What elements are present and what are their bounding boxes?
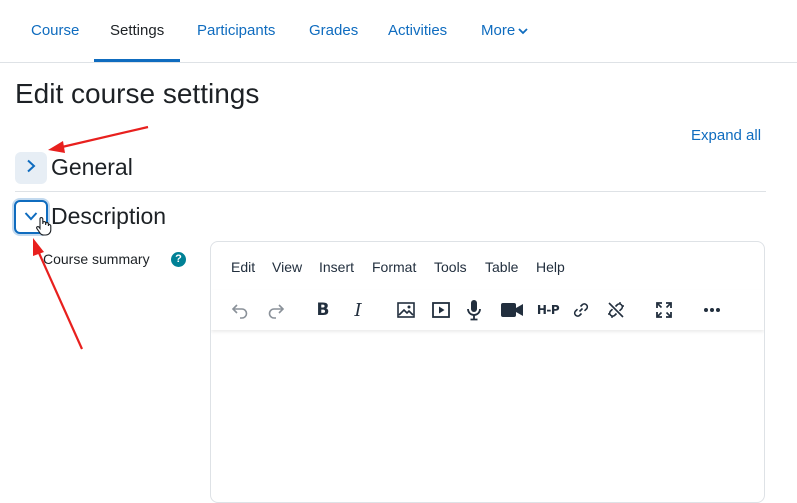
section-title-description[interactable]: Description <box>51 203 166 230</box>
chevron-right-icon <box>25 159 37 178</box>
tab-participants[interactable]: Participants <box>197 0 275 61</box>
editor-menubar: Edit View Insert Format Tools Table Help <box>211 242 764 290</box>
video-camera-icon[interactable] <box>498 296 526 324</box>
description-collapse-toggle[interactable] <box>14 200 48 234</box>
section-title-general[interactable]: General <box>51 154 133 181</box>
help-icon[interactable]: ? <box>171 252 186 267</box>
tab-activities[interactable]: Activities <box>388 0 447 61</box>
menu-table[interactable]: Table <box>485 259 518 275</box>
image-icon[interactable] <box>392 296 420 324</box>
unlink-icon[interactable] <box>602 296 630 324</box>
menu-insert[interactable]: Insert <box>319 259 354 275</box>
fullscreen-icon[interactable] <box>650 296 678 324</box>
italic-icon[interactable]: I <box>344 296 372 324</box>
tab-more[interactable]: More <box>481 0 528 61</box>
tab-settings[interactable]: Settings <box>93 0 181 62</box>
h5p-icon[interactable]: H-P <box>533 296 563 324</box>
section-divider <box>15 191 766 192</box>
expand-all-link[interactable]: Expand all <box>691 127 761 144</box>
course-summary-label: Course summary <box>43 251 150 267</box>
redo-icon[interactable] <box>262 296 290 324</box>
editor-toolbar: B I H-P <box>211 290 764 330</box>
h5p-label: H-P <box>536 303 560 317</box>
menu-tools[interactable]: Tools <box>434 259 467 275</box>
microphone-icon[interactable] <box>460 296 488 324</box>
tab-more-label: More <box>481 22 516 39</box>
general-collapse-toggle[interactable] <box>15 152 47 184</box>
media-icon[interactable] <box>427 296 455 324</box>
secondary-navigation: Course Settings Participants Grades Acti… <box>0 0 797 63</box>
chevron-down-icon <box>24 208 38 226</box>
italic-label: I <box>354 299 362 321</box>
menu-view[interactable]: View <box>272 259 302 275</box>
annotation-arrow-general <box>48 125 149 153</box>
bold-label: B <box>316 300 330 320</box>
editor-content-area[interactable] <box>211 330 764 502</box>
chevron-down-icon <box>518 0 528 62</box>
menu-format[interactable]: Format <box>372 259 416 275</box>
menu-edit[interactable]: Edit <box>231 259 255 275</box>
bold-icon[interactable]: B <box>309 296 337 324</box>
undo-icon[interactable] <box>226 296 254 324</box>
tab-grades[interactable]: Grades <box>309 0 358 61</box>
tab-course[interactable]: Course <box>31 0 79 61</box>
more-icon[interactable] <box>698 296 726 324</box>
menu-help[interactable]: Help <box>536 259 565 275</box>
link-icon[interactable] <box>567 296 595 324</box>
rich-text-editor: Edit View Insert Format Tools Table Help… <box>210 241 765 503</box>
page-title: Edit course settings <box>15 78 260 109</box>
